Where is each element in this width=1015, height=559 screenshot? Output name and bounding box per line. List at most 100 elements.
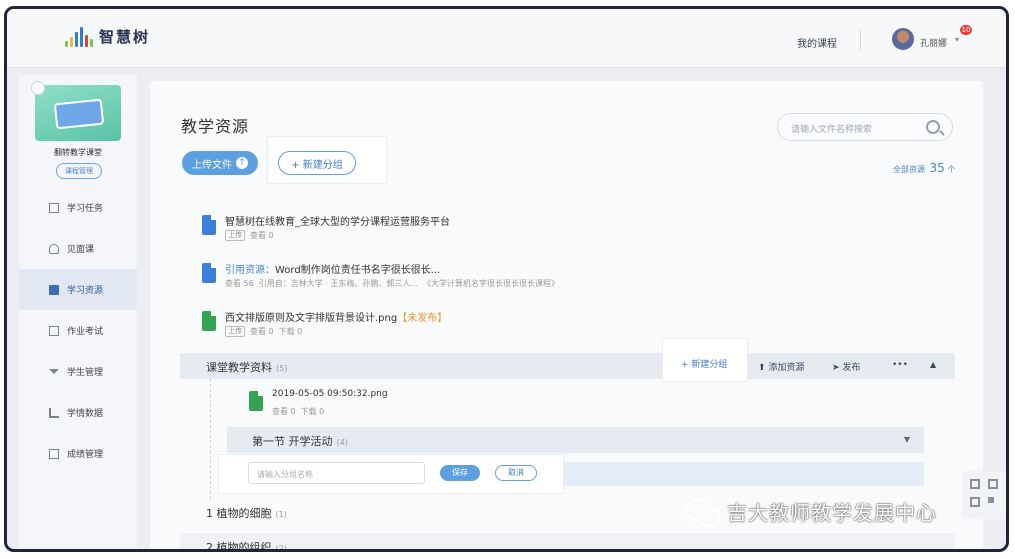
subgroup-title-text: 第一节 开学活动 xyxy=(252,435,333,448)
upload-arrow-icon: ↑ xyxy=(236,157,248,169)
tree-connector xyxy=(210,379,212,499)
sidebar-item-resources[interactable]: 学习资源 xyxy=(19,269,137,310)
main-panel: 教学资源 请输入文件名称搜索 上传文件 ↑ + 新建分组 全部资源 35 个 智… xyxy=(150,81,983,552)
upload-label: 上传文件 xyxy=(192,159,232,171)
sidebar-item-label: 学情数据 xyxy=(67,409,104,419)
total-count: 35 xyxy=(929,161,945,175)
sidebar-item-analytics[interactable]: 学情数据 xyxy=(19,392,137,433)
file-meta: 查看 0 下载 0 xyxy=(272,406,324,417)
wechat-icon xyxy=(685,498,721,527)
group-row[interactable]: 2 植物的组织 (2) xyxy=(180,533,955,552)
view-count: 查看 0 xyxy=(250,231,274,240)
group-header[interactable]: 课堂教学资料 (5) ⬆ 添加资源 ➤ 发布 ••• ▲ xyxy=(180,353,955,379)
sidebar-item-label: 学生管理 xyxy=(67,368,104,378)
file-meta: 上传 查看 0 xyxy=(225,230,274,241)
chevron-down-icon[interactable]: ▾ xyxy=(955,35,959,44)
new-subgroup-button[interactable]: + 新建分组 xyxy=(681,357,727,370)
image-file-icon xyxy=(202,311,216,331)
list-item[interactable]: 西文排版原则及文字排版背景设计.png【未发布】 上传 查看 0 下载 0 xyxy=(202,307,702,347)
course-name: 翻转教学课堂 xyxy=(54,148,102,157)
group-title-text: 2 植物的组织 xyxy=(206,541,272,552)
group-title: 1 植物的细胞 (1) xyxy=(206,505,287,521)
logo[interactable]: 智慧树 xyxy=(65,26,150,47)
sidebar: 翻转教学课堂 课程管理 学习任务 见面课 学习资源 作业考试 学生管理 学情数据… xyxy=(19,75,137,549)
arrow-up-icon: ⬆ xyxy=(758,363,766,373)
group-count: (2) xyxy=(275,544,287,552)
qr-code-icon[interactable] xyxy=(962,471,1006,519)
file-name[interactable]: 智慧树在线教育_全球大型的学分课程运营服务平台 xyxy=(225,213,450,228)
upload-file-button[interactable]: 上传文件 ↑ xyxy=(182,151,258,175)
cover-card-icon xyxy=(53,98,105,130)
sidebar-item-grades[interactable]: 成绩管理 xyxy=(19,433,137,474)
group-count: (1) xyxy=(275,510,287,519)
total-label: 全部资源 xyxy=(893,165,925,174)
file-name-text: Word制作岗位责任书名字很长很长... xyxy=(275,265,441,276)
download-count: 下载 0 xyxy=(300,407,325,416)
resource-icon xyxy=(49,284,59,295)
sidebar-item-label: 作业考试 xyxy=(67,327,104,337)
course-manage-button[interactable]: 课程管理 xyxy=(56,163,102,179)
search-input[interactable]: 请输入文件名称搜索 xyxy=(777,113,953,141)
document-icon xyxy=(202,215,216,235)
file-name[interactable]: 西文排版原则及文字排版背景设计.png【未发布】 xyxy=(225,309,447,324)
subgroup-title: 第一节 开学活动 (4) xyxy=(252,433,348,449)
add-resource-label: 添加资源 xyxy=(768,363,805,373)
chevron-down-icon[interactable]: ▼ xyxy=(904,435,910,444)
task-icon xyxy=(49,202,59,213)
course-cover-image[interactable] xyxy=(31,81,121,141)
avatar[interactable] xyxy=(892,28,914,50)
sidebar-item-tasks[interactable]: 学习任务 xyxy=(19,187,137,228)
list-item[interactable]: 2019-05-05 09:50:32.png 查看 0 下载 0 xyxy=(249,387,549,427)
view-count: 查看 56 xyxy=(225,279,254,288)
view-count: 查看 0 xyxy=(272,407,296,416)
view-count: 查看 0 xyxy=(250,327,274,336)
sidebar-item-meeting[interactable]: 见面课 xyxy=(19,228,137,269)
username[interactable]: 孔丽娜 xyxy=(920,36,947,49)
subgroup-header[interactable]: 第一节 开学活动 (4) ▼ xyxy=(227,427,924,453)
file-name[interactable]: 引用资源：Word制作岗位责任书名字很长很长... xyxy=(225,261,440,276)
collapse-icon[interactable]: ▲ xyxy=(930,360,936,369)
highlight-box: 请输入分组名称 保存 取消 xyxy=(219,455,563,493)
file-name[interactable]: 2019-05-05 09:50:32.png xyxy=(272,389,388,399)
cancel-button[interactable]: 取消 xyxy=(495,465,537,481)
meeting-icon xyxy=(49,243,59,254)
publish-label: 发布 xyxy=(842,363,861,373)
group-name-input[interactable]: 请输入分组名称 xyxy=(248,462,425,484)
upload-tag: 上传 xyxy=(225,326,245,337)
total-unit: 个 xyxy=(947,165,956,174)
divider xyxy=(860,29,861,51)
screen-frame: 智慧树 我的课程 孔丽娜 ▾ 10 翻转教学课堂 课程管理 学习任务 见面课 学… xyxy=(4,6,1009,552)
search-icon[interactable] xyxy=(926,120,940,134)
image-file-icon xyxy=(249,391,263,411)
document-icon xyxy=(202,263,216,283)
group-count: (5) xyxy=(276,364,288,373)
download-count: 下载 0 xyxy=(278,327,303,336)
group-title-text: 1 植物的细胞 xyxy=(206,507,272,520)
upload-tag: 上传 xyxy=(225,230,245,241)
send-icon: ➤ xyxy=(832,363,840,373)
sidebar-item-label: 成绩管理 xyxy=(67,450,104,460)
sidebar-item-label: 学习资源 xyxy=(67,286,104,296)
list-item[interactable]: 智慧树在线教育_全球大型的学分课程运营服务平台 上传 查看 0 xyxy=(202,211,702,251)
total-resources: 全部资源 35 个 xyxy=(893,161,955,175)
more-button[interactable]: ••• xyxy=(892,360,908,370)
sidebar-item-exams[interactable]: 作业考试 xyxy=(19,310,137,351)
group-title: 2 植物的组织 (2) xyxy=(206,539,287,552)
page-title: 教学资源 xyxy=(181,117,250,136)
save-button[interactable]: 保存 xyxy=(440,465,480,481)
new-group-button[interactable]: + 新建分组 xyxy=(278,151,356,175)
add-resource-button[interactable]: ⬆ 添加资源 xyxy=(758,360,804,373)
publish-button[interactable]: ➤ 发布 xyxy=(832,360,860,373)
sidebar-item-students[interactable]: 学生管理 xyxy=(19,351,137,392)
sidebar-item-label: 见面课 xyxy=(67,245,95,255)
cover-badge-icon xyxy=(31,81,45,95)
file-name-text: 西文排版原则及文字排版背景设计.png xyxy=(225,313,398,324)
reference-course: 《大学计算机名字很长很长很长课程》 xyxy=(423,279,559,288)
list-item[interactable]: 引用资源：Word制作岗位责任书名字很长很长... 查看 56 引用自：吉林大学… xyxy=(202,259,702,299)
student-icon xyxy=(49,369,59,374)
top-nav-bar: 智慧树 我的课程 孔丽娜 ▾ 10 xyxy=(7,9,1006,68)
sidebar-item-label: 学习任务 xyxy=(67,204,104,214)
notification-badge[interactable]: 10 xyxy=(960,25,972,35)
my-courses-link[interactable]: 我的课程 xyxy=(797,35,837,50)
sidebar-menu: 学习任务 见面课 学习资源 作业考试 学生管理 学情数据 成绩管理 xyxy=(19,187,137,474)
